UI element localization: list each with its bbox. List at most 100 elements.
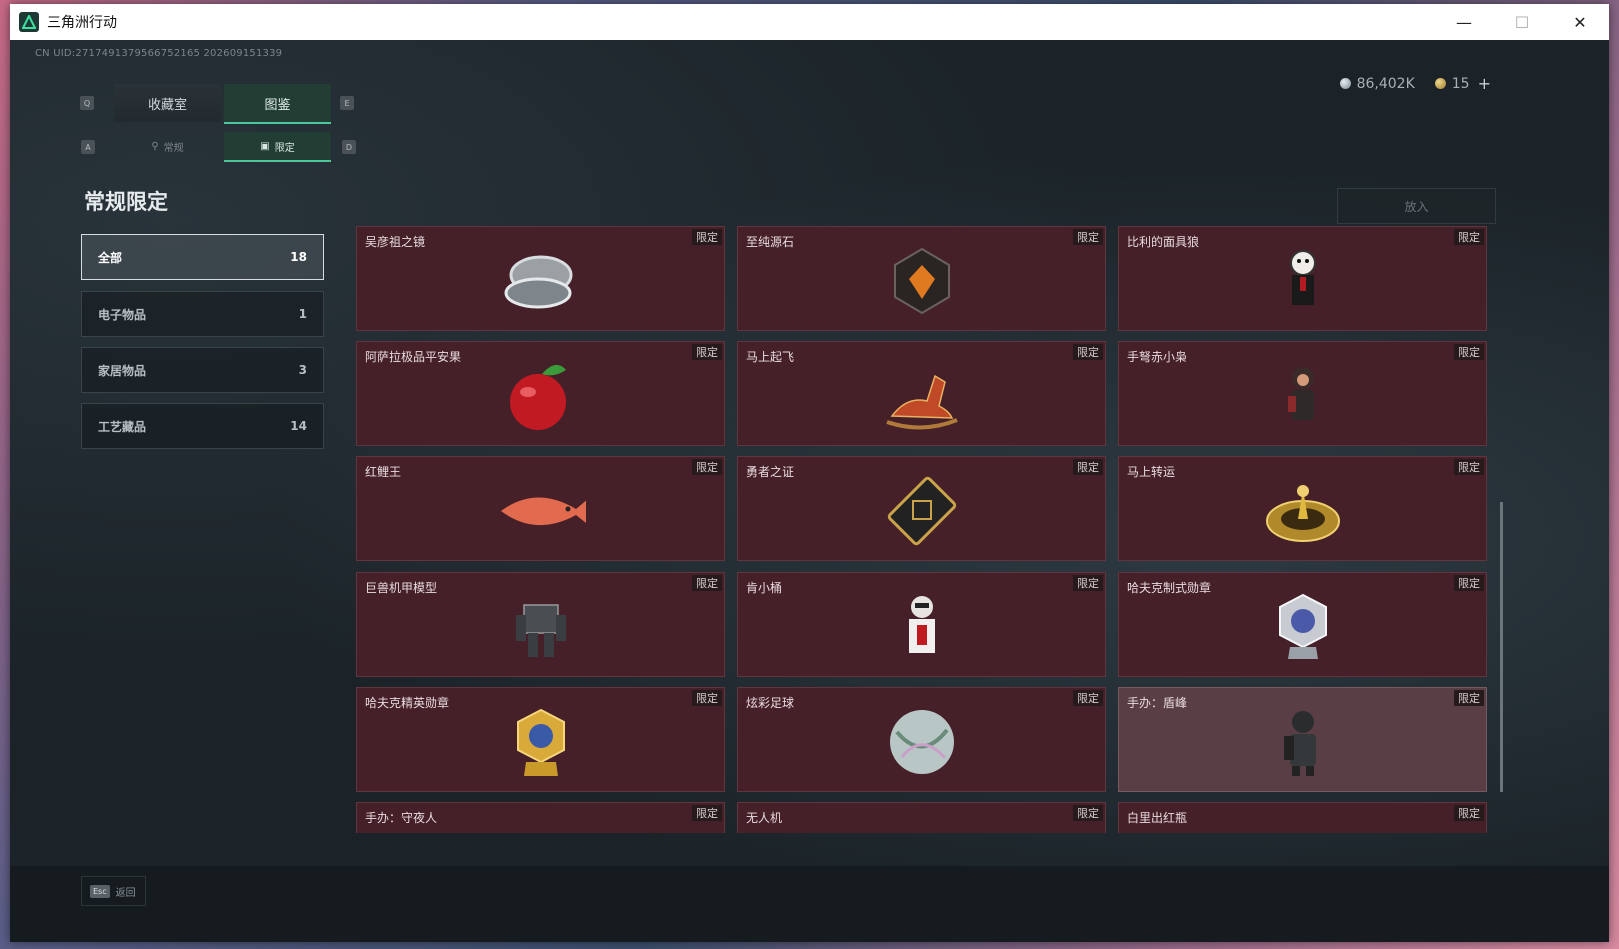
- item-name: 吴彦祖之镜: [365, 235, 426, 249]
- item-name: 马上起飞: [746, 350, 795, 364]
- limited-badge: 限定: [692, 229, 722, 245]
- category-label: 家居物品: [98, 363, 147, 378]
- tab-regular[interactable]: ⚲ 常规: [114, 132, 221, 160]
- item-name: 手弩赤小枭: [1127, 350, 1188, 364]
- vase-icon: [1258, 817, 1348, 833]
- category-count: 3: [298, 363, 307, 377]
- limited-badge: 限定: [1073, 690, 1103, 706]
- esc-key-hint: Esc: [90, 884, 110, 898]
- limited-badge: 限定: [1454, 344, 1484, 360]
- regular-icon: ⚲: [151, 140, 159, 152]
- item-card[interactable]: 无人机 限定: [737, 802, 1106, 833]
- item-name: 马上转运: [1127, 465, 1176, 479]
- silver-coin-icon: [1339, 78, 1351, 89]
- item-card[interactable]: 手弩赤小枭 限定: [1118, 341, 1487, 446]
- limited-badge: 限定: [1454, 805, 1484, 821]
- item-card[interactable]: 巨兽机甲模型 限定: [356, 572, 725, 677]
- limited-badge: 限定: [692, 805, 722, 821]
- limited-badge: 限定: [1454, 575, 1484, 591]
- footer-bar: Esc 返回: [10, 866, 1609, 942]
- figure-shield-icon: [1283, 711, 1316, 776]
- item-name: 巨兽机甲模型: [365, 581, 438, 595]
- item-name: 哈夫克精英勋章: [365, 696, 450, 710]
- item-card[interactable]: 阿萨拉极品平安果 限定: [356, 341, 725, 446]
- item-card[interactable]: 炫彩足球 限定: [737, 687, 1106, 792]
- mirror-icon: [504, 255, 572, 309]
- item-name: 比利的面具狼: [1127, 235, 1200, 249]
- silver-amount: 86,402K: [1356, 75, 1415, 92]
- item-name: 白里出红瓶: [1127, 811, 1188, 825]
- fish-icon: [500, 497, 586, 525]
- item-card[interactable]: 手办：盾峰 限定: [1118, 687, 1487, 792]
- medal-silver-icon: [1278, 593, 1327, 659]
- tab-limited[interactable]: ▣ 限定: [224, 132, 331, 162]
- item-card[interactable]: 马上起飞 限定: [737, 341, 1106, 446]
- wheel-icon: [1265, 485, 1340, 542]
- currency-bar: 86,402K 15 +: [1339, 74, 1491, 93]
- gold-coin-icon: [1434, 78, 1446, 89]
- back-button[interactable]: Esc 返回: [81, 876, 146, 906]
- gem-icon: [893, 247, 950, 315]
- item-card[interactable]: 红鲤王 限定: [356, 456, 725, 561]
- card-icon: [887, 476, 956, 546]
- limited-badge: 限定: [1073, 805, 1103, 821]
- limited-badge: 限定: [1073, 344, 1103, 360]
- item-name: 炫彩足球: [746, 696, 795, 710]
- tab-collection-room[interactable]: 收藏室: [114, 84, 221, 122]
- figure-night-icon: [496, 817, 586, 833]
- limited-badge: 限定: [1073, 459, 1103, 475]
- tab-limited-label: 限定: [274, 142, 295, 154]
- key-hint-a: A: [81, 140, 95, 154]
- place-button[interactable]: 放入: [1337, 188, 1496, 224]
- section-title: 常规限定: [84, 190, 168, 214]
- mech-icon: [515, 604, 566, 657]
- puppet-icon: [1289, 250, 1316, 305]
- window-title: 三角洲行动: [47, 15, 117, 31]
- gold-currency: 15 +: [1434, 74, 1491, 93]
- bucket-icon: [908, 596, 935, 653]
- limited-badge: 限定: [1073, 229, 1103, 245]
- item-card[interactable]: 比利的面具狼 限定: [1118, 226, 1487, 331]
- item-name: 手办：盾峰: [1127, 696, 1188, 710]
- item-card[interactable]: 肯小桶 限定: [737, 572, 1106, 677]
- apple-icon: [509, 364, 566, 430]
- category-household[interactable]: 家居物品 3: [81, 347, 324, 393]
- item-card[interactable]: 勇者之证 限定: [737, 456, 1106, 561]
- category-count: 1: [298, 307, 307, 321]
- gold-amount: 15: [1451, 75, 1470, 92]
- category-count: 18: [290, 250, 307, 264]
- item-card[interactable]: 哈夫克精英勋章 限定: [356, 687, 725, 792]
- item-card[interactable]: 吴彦祖之镜 限定: [356, 226, 725, 331]
- limited-badge: 限定: [692, 459, 722, 475]
- category-crafts[interactable]: 工艺藏品 14: [81, 403, 324, 449]
- limited-badge: 限定: [1073, 575, 1103, 591]
- item-name: 红鲤王: [365, 465, 402, 479]
- item-card[interactable]: 马上转运 限定: [1118, 456, 1487, 561]
- limited-badge: 限定: [1454, 229, 1484, 245]
- app-logo-icon: [19, 12, 39, 32]
- category-electronics[interactable]: 电子物品 1: [81, 291, 324, 337]
- item-name: 哈夫克制式勋章: [1127, 581, 1212, 595]
- tab-codex[interactable]: 图鉴: [224, 84, 331, 124]
- category-label: 工艺藏品: [98, 419, 147, 434]
- limited-badge: 限定: [1454, 459, 1484, 475]
- item-card[interactable]: 至纯源石 限定: [737, 226, 1106, 331]
- category-all[interactable]: 全部 18: [81, 234, 324, 280]
- item-grid: 吴彦祖之镜 限定 至纯源石 限定 比利的面具狼 限定 阿萨拉极品平安果 限定 马上起飞 限定 手弩赤…: [356, 226, 1504, 833]
- maximize-button[interactable]: ☐: [1493, 4, 1551, 40]
- item-card[interactable]: 手办：守夜人 限定: [356, 802, 725, 833]
- item-name: 至纯源石: [746, 235, 795, 249]
- limited-badge: 限定: [692, 690, 722, 706]
- add-currency-button[interactable]: +: [1478, 74, 1491, 93]
- close-button[interactable]: ✕: [1551, 4, 1609, 40]
- limited-badge: 限定: [692, 344, 722, 360]
- minimize-button[interactable]: —: [1435, 4, 1493, 40]
- item-card[interactable]: 白里出红瓶 限定: [1118, 802, 1487, 833]
- item-name: 肯小桶: [746, 581, 783, 595]
- item-card[interactable]: 哈夫克制式勋章 限定: [1118, 572, 1487, 677]
- back-label: 返回: [115, 887, 136, 899]
- grid-scrollbar[interactable]: [1500, 502, 1503, 792]
- medal-gold-icon: [516, 708, 565, 776]
- uid-label: CN UID:2717491379566752165 202609151339: [35, 48, 283, 59]
- category-label: 全部: [98, 250, 123, 265]
